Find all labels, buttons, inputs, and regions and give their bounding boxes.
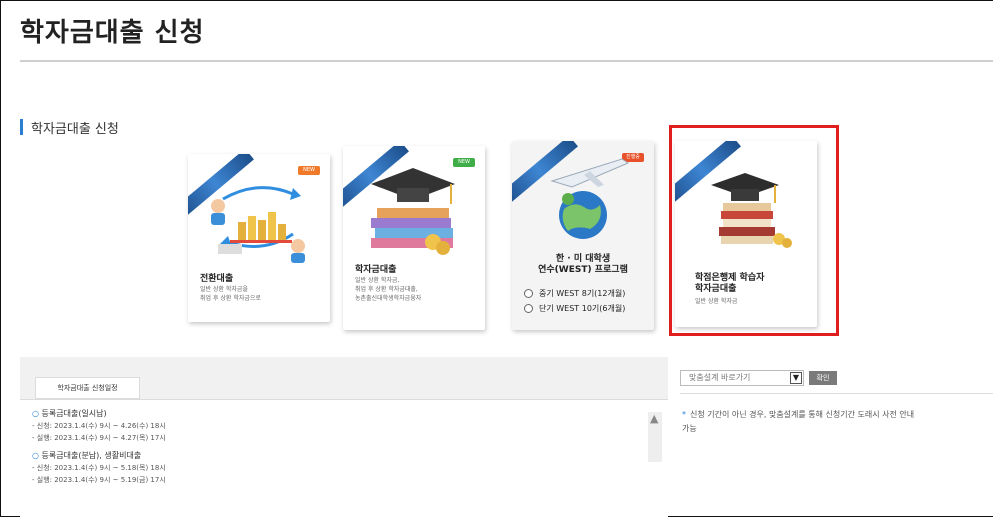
graduation-books-illustration xyxy=(371,168,455,255)
schedule-list: 등록금대출(일시납) - 신청: 2023.1.4(수) 9시 ~ 4.26(수… xyxy=(32,408,166,486)
bullet-icon: * xyxy=(682,410,686,419)
schedule-heading: 등록금대출(분납), 생활비대출 xyxy=(32,450,166,462)
card-west-program[interactable]: 진행중 한 · 미 대학생 연수(WEST) 프로그램 중기 WEST 8기(1… xyxy=(512,141,654,330)
card-description: 일반 상환 학자금, 취업 후 상환 학자금대출, 농촌출신대학생학자금융자 xyxy=(355,277,422,302)
radio-button[interactable] xyxy=(524,289,533,298)
card-description: 일반 상환 학자금을 취업 후 상환 학자금으로 xyxy=(200,286,261,302)
divider xyxy=(680,393,993,394)
scrollbar[interactable]: ▲ xyxy=(648,412,662,462)
section-title: 학자금대출 신청 xyxy=(31,121,119,137)
confirm-button[interactable]: 확인 xyxy=(809,371,837,385)
title-divider xyxy=(20,60,993,62)
schedule-body: 등록금대출(일시납) - 신청: 2023.1.4(수) 9시 ~ 4.26(수… xyxy=(20,399,668,517)
money-exchange-illustration xyxy=(211,186,305,263)
schedule-line: - 신청: 2023.1.4(수) 9시 ~ 4.26(수) 18시 xyxy=(32,422,166,430)
schedule-line: - 신청: 2023.1.4(수) 9시 ~ 5.18(목) 18시 xyxy=(32,464,166,472)
card-title: 학자금대출 xyxy=(355,265,397,275)
card-title: 한 · 미 대학생 연수(WEST) 프로그램 xyxy=(538,254,628,275)
section-header: 학자금대출 신청 xyxy=(20,118,119,137)
card-conversion-loan[interactable]: NEW 전환대출 일반 상환 학자금을 취업 후 상환 학자금으로 xyxy=(188,154,330,322)
chevron-up-icon[interactable]: ▲ xyxy=(650,412,658,425)
airplane-globe-illustration xyxy=(550,158,630,239)
schedule-line: - 실행: 2023.1.4(수) 9시 ~ 5.19(금) 17시 xyxy=(32,476,166,484)
page-title: 학자금대출 신청 xyxy=(20,18,205,48)
custom-plan-select[interactable]: 맞춤설계 바로가기 ▼ xyxy=(680,370,804,386)
section-accent-bar xyxy=(20,119,23,135)
quick-link-row: 맞춤설계 바로가기 ▼ 확인 xyxy=(680,370,837,386)
card-title: 전환대출 xyxy=(200,274,234,284)
option-short-term[interactable]: 단기 WEST 10기(6개월) xyxy=(524,301,625,316)
program-options: 중기 WEST 8기(12개월) 단기 WEST 10기(6개월) xyxy=(524,286,625,316)
notice-text: * 신청 기간이 아닌 경우, 맞춤설계를 통해 신청기간 도래시 사전 안내 가… xyxy=(682,410,915,433)
chevron-down-icon[interactable]: ▼ xyxy=(790,372,802,384)
schedule-heading: 등록금대출(일시납) xyxy=(32,408,166,420)
card-student-loan[interactable]: NEW 학자금대출 일반 상환 학자금, 취업 후 상환 학자금대출, 농촌출신… xyxy=(343,146,485,330)
schedule-panel: 학자금대출 신청일정 등록금대출(일시납) - 신청: 2023.1.4(수) … xyxy=(20,357,668,517)
radio-button[interactable] xyxy=(524,304,533,313)
tab-schedule[interactable]: 학자금대출 신청일정 xyxy=(35,377,140,399)
schedule-line: - 실행: 2023.1.4(수) 9시 ~ 4.27(목) 17시 xyxy=(32,434,166,442)
option-mid-term[interactable]: 중기 WEST 8기(12개월) xyxy=(524,286,625,301)
highlight-box xyxy=(669,125,839,336)
